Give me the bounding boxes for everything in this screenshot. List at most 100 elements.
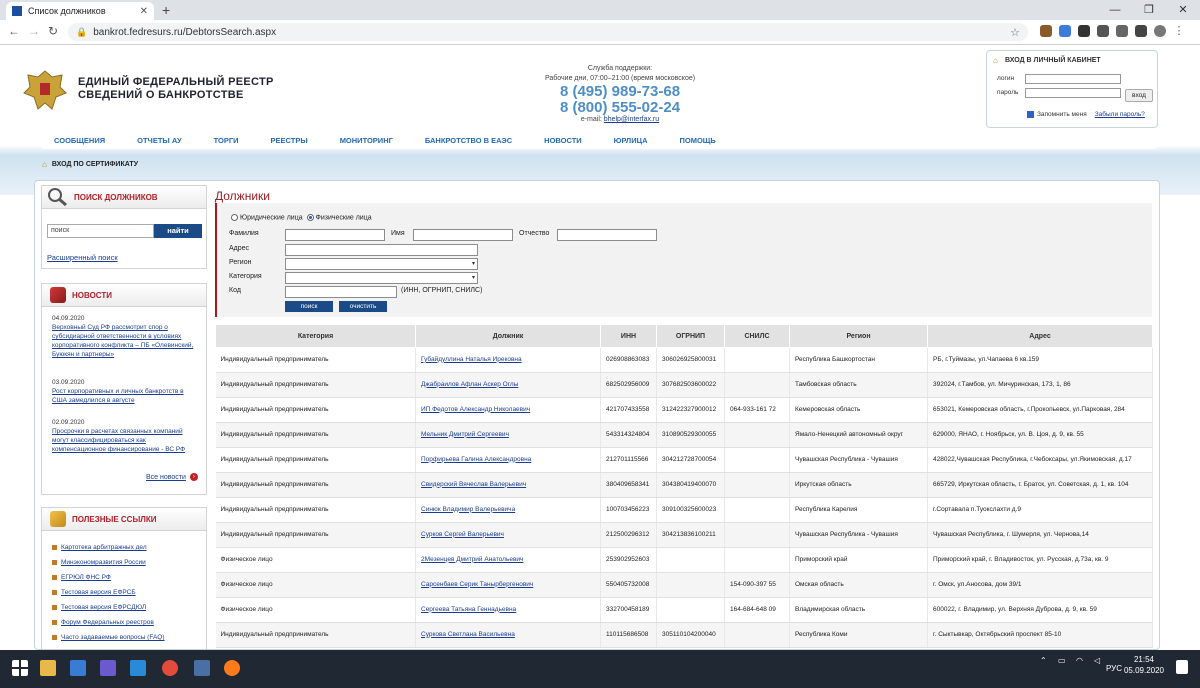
reload-icon[interactable]: ↻ [48,24,58,38]
search-input[interactable]: поиск [47,224,154,238]
bookmark-star-icon[interactable]: ☆ [1010,26,1020,39]
coat-of-arms-icon [23,70,67,110]
column-header[interactable]: СНИЛС [724,324,790,348]
media-icon[interactable] [100,660,116,676]
wifi-icon[interactable]: ◠ [1076,656,1083,665]
debtor-link[interactable]: Сарсенбаев Серик Танырбергенович [421,581,533,588]
menu-item-auctions[interactable]: ТОРГИ [214,136,239,145]
useful-link[interactable]: Часто задаваемые вопросы (FAQ) [61,634,165,641]
debtor-link[interactable]: Сергеева Татьяна Геннадьевна [421,606,516,613]
news-link[interactable]: Просрочки в расчетах связанных компаний … [52,427,198,454]
debtor-link[interactable]: Джабраилов Афлан Аскер Оглы [421,381,518,388]
cert-login-link[interactable]: ⌂ ВХОД ПО СЕРТИФИКАТУ [42,160,138,169]
windows-start-icon[interactable] [12,660,28,676]
surname-input[interactable] [285,229,385,241]
arrow-right-icon[interactable]: › [189,473,198,481]
useful-link[interactable]: Картотека арбитражных дел [61,544,147,551]
advanced-search-link[interactable]: Расширенный поиск [47,253,118,262]
login-label: логин [997,75,1015,82]
debtor-link[interactable]: Суркова Светлана Васильевна [421,631,515,638]
name-input[interactable] [413,229,513,241]
cell-ogrnip: 307682503600022 [656,372,725,398]
debtor-link[interactable]: 2Мезенцев Дмитрий Анатольевич [421,556,523,563]
clock[interactable]: 21:54 05.09.2020 [1122,654,1166,676]
login-button[interactable]: вход [1125,89,1153,102]
mail-icon[interactable] [130,660,146,676]
column-header[interactable]: Категория [215,324,416,348]
extension-icon[interactable] [1097,25,1109,37]
menu-item-eaeu[interactable]: БАНКРОТСТВО В ЕАЭС [425,136,512,145]
all-news-link[interactable]: Все новости [146,474,186,481]
language-indicator[interactable]: РУС [1106,664,1122,673]
useful-link[interactable]: Минэкономразвития России [61,559,146,566]
column-header[interactable]: Регион [789,324,928,348]
support-email-link[interactable]: bhelp@interfax.ru [604,116,659,123]
search-form-button[interactable]: поиск [285,301,333,312]
menu-item-reports[interactable]: ОТЧЕТЫ АУ [137,136,182,145]
puzzle-icon[interactable] [1135,25,1147,37]
menu-kebab-icon[interactable]: ⋮ [1173,25,1185,37]
menu-item-help[interactable]: ПОМОЩЬ [679,136,715,145]
cell-ogrnip [656,547,725,573]
maximize-button[interactable]: ❐ [1132,0,1166,20]
debtor-link[interactable]: Мельник Дмитрий Сергеевич [421,431,509,438]
region-select[interactable]: ▾ [285,258,478,270]
column-header[interactable]: ОГРНИП [656,324,725,348]
code-input[interactable] [285,286,397,298]
debtor-link[interactable]: Губайдуллина Наталья Ирековна [421,356,522,363]
debtor-link[interactable]: Сурков Сергей Валерьевич [421,531,504,538]
menu-item-messages[interactable]: СООБЩЕНИЯ [54,136,105,145]
close-window-button[interactable]: ✕ [1166,0,1200,20]
chrome-icon[interactable] [162,660,178,676]
news-link[interactable]: Рост корпоративных и личных банкротств в… [52,387,198,405]
volume-icon[interactable]: ◁ [1094,656,1100,665]
useful-link[interactable]: Тестовая версия ЕФРСБ [61,589,136,596]
remember-checkbox[interactable] [1027,111,1034,118]
menu-item-monitoring[interactable]: МОНИТОРИНГ [340,136,393,145]
calculator-icon[interactable] [194,660,210,676]
tray-arrow-icon[interactable]: ⌃ [1040,656,1047,665]
extension-icon[interactable] [1040,25,1052,37]
column-header[interactable]: ИНН [600,324,657,348]
extension-icon[interactable] [1059,25,1071,37]
menu-item-news[interactable]: НОВОСТИ [544,136,582,145]
menu-item-registries[interactable]: РЕЕСТРЫ [271,136,308,145]
debtor-link[interactable]: ИП Федотов Александр Николаевич [421,406,530,413]
useful-link[interactable]: Тестовая версия ЕФРСДЮЛ [61,604,146,611]
patronymic-input[interactable] [557,229,657,241]
column-header[interactable]: Должник [415,324,601,348]
category-select[interactable]: ▾ [285,272,478,284]
column-header[interactable]: Адрес [927,324,1153,348]
new-tab-button[interactable]: + [162,2,170,18]
address-bar[interactable]: 🔒 bankrot.fedresurs.ru/DebtorsSearch.asp… [68,23,1028,41]
close-tab-icon[interactable]: ✕ [140,6,148,17]
debtor-link[interactable]: Порфирьева Галина Александровна [421,456,531,463]
debtors-table: Категория Должник ИНН ОГРНИП СНИЛС Регио… [215,324,1153,648]
radio-person[interactable] [306,214,314,221]
menu-item-legal-entities[interactable]: ЮРЛИЦА [614,136,648,145]
back-arrow-icon[interactable]: ← [8,24,20,38]
debtor-link[interactable]: Синюк Владимир Валерьевича [421,506,515,513]
radio-legal[interactable] [231,214,238,221]
forgot-password-link[interactable]: Забыли пароль? [1095,111,1145,118]
browser-tab[interactable]: Список должников ✕ [6,2,154,20]
store-icon[interactable] [70,660,86,676]
useful-link[interactable]: ЕГРЮЛ ФНС РФ [61,574,111,581]
extension-icon[interactable] [1116,25,1128,37]
news-link[interactable]: Верховный Суд РФ рассмотрит спор о субси… [52,323,198,359]
notifications-icon[interactable] [1176,660,1188,674]
network-icon[interactable]: ▭ [1058,656,1066,665]
debtor-link[interactable]: Свидерский Вячеслав Валерьевич [421,481,526,488]
firefox-icon[interactable] [224,660,240,676]
minimize-button[interactable]: — [1098,0,1132,20]
extension-icon[interactable] [1078,25,1090,37]
login-input[interactable] [1025,74,1121,84]
forward-arrow-icon[interactable]: → [28,24,40,38]
avatar[interactable] [1154,25,1166,37]
clear-form-button[interactable]: очистить [339,301,387,312]
address-input[interactable] [285,244,478,256]
useful-link[interactable]: Форум Федеральных реестров [61,619,154,626]
search-button[interactable]: найти [154,224,202,238]
password-input[interactable] [1025,88,1121,98]
file-explorer-icon[interactable] [40,660,56,676]
